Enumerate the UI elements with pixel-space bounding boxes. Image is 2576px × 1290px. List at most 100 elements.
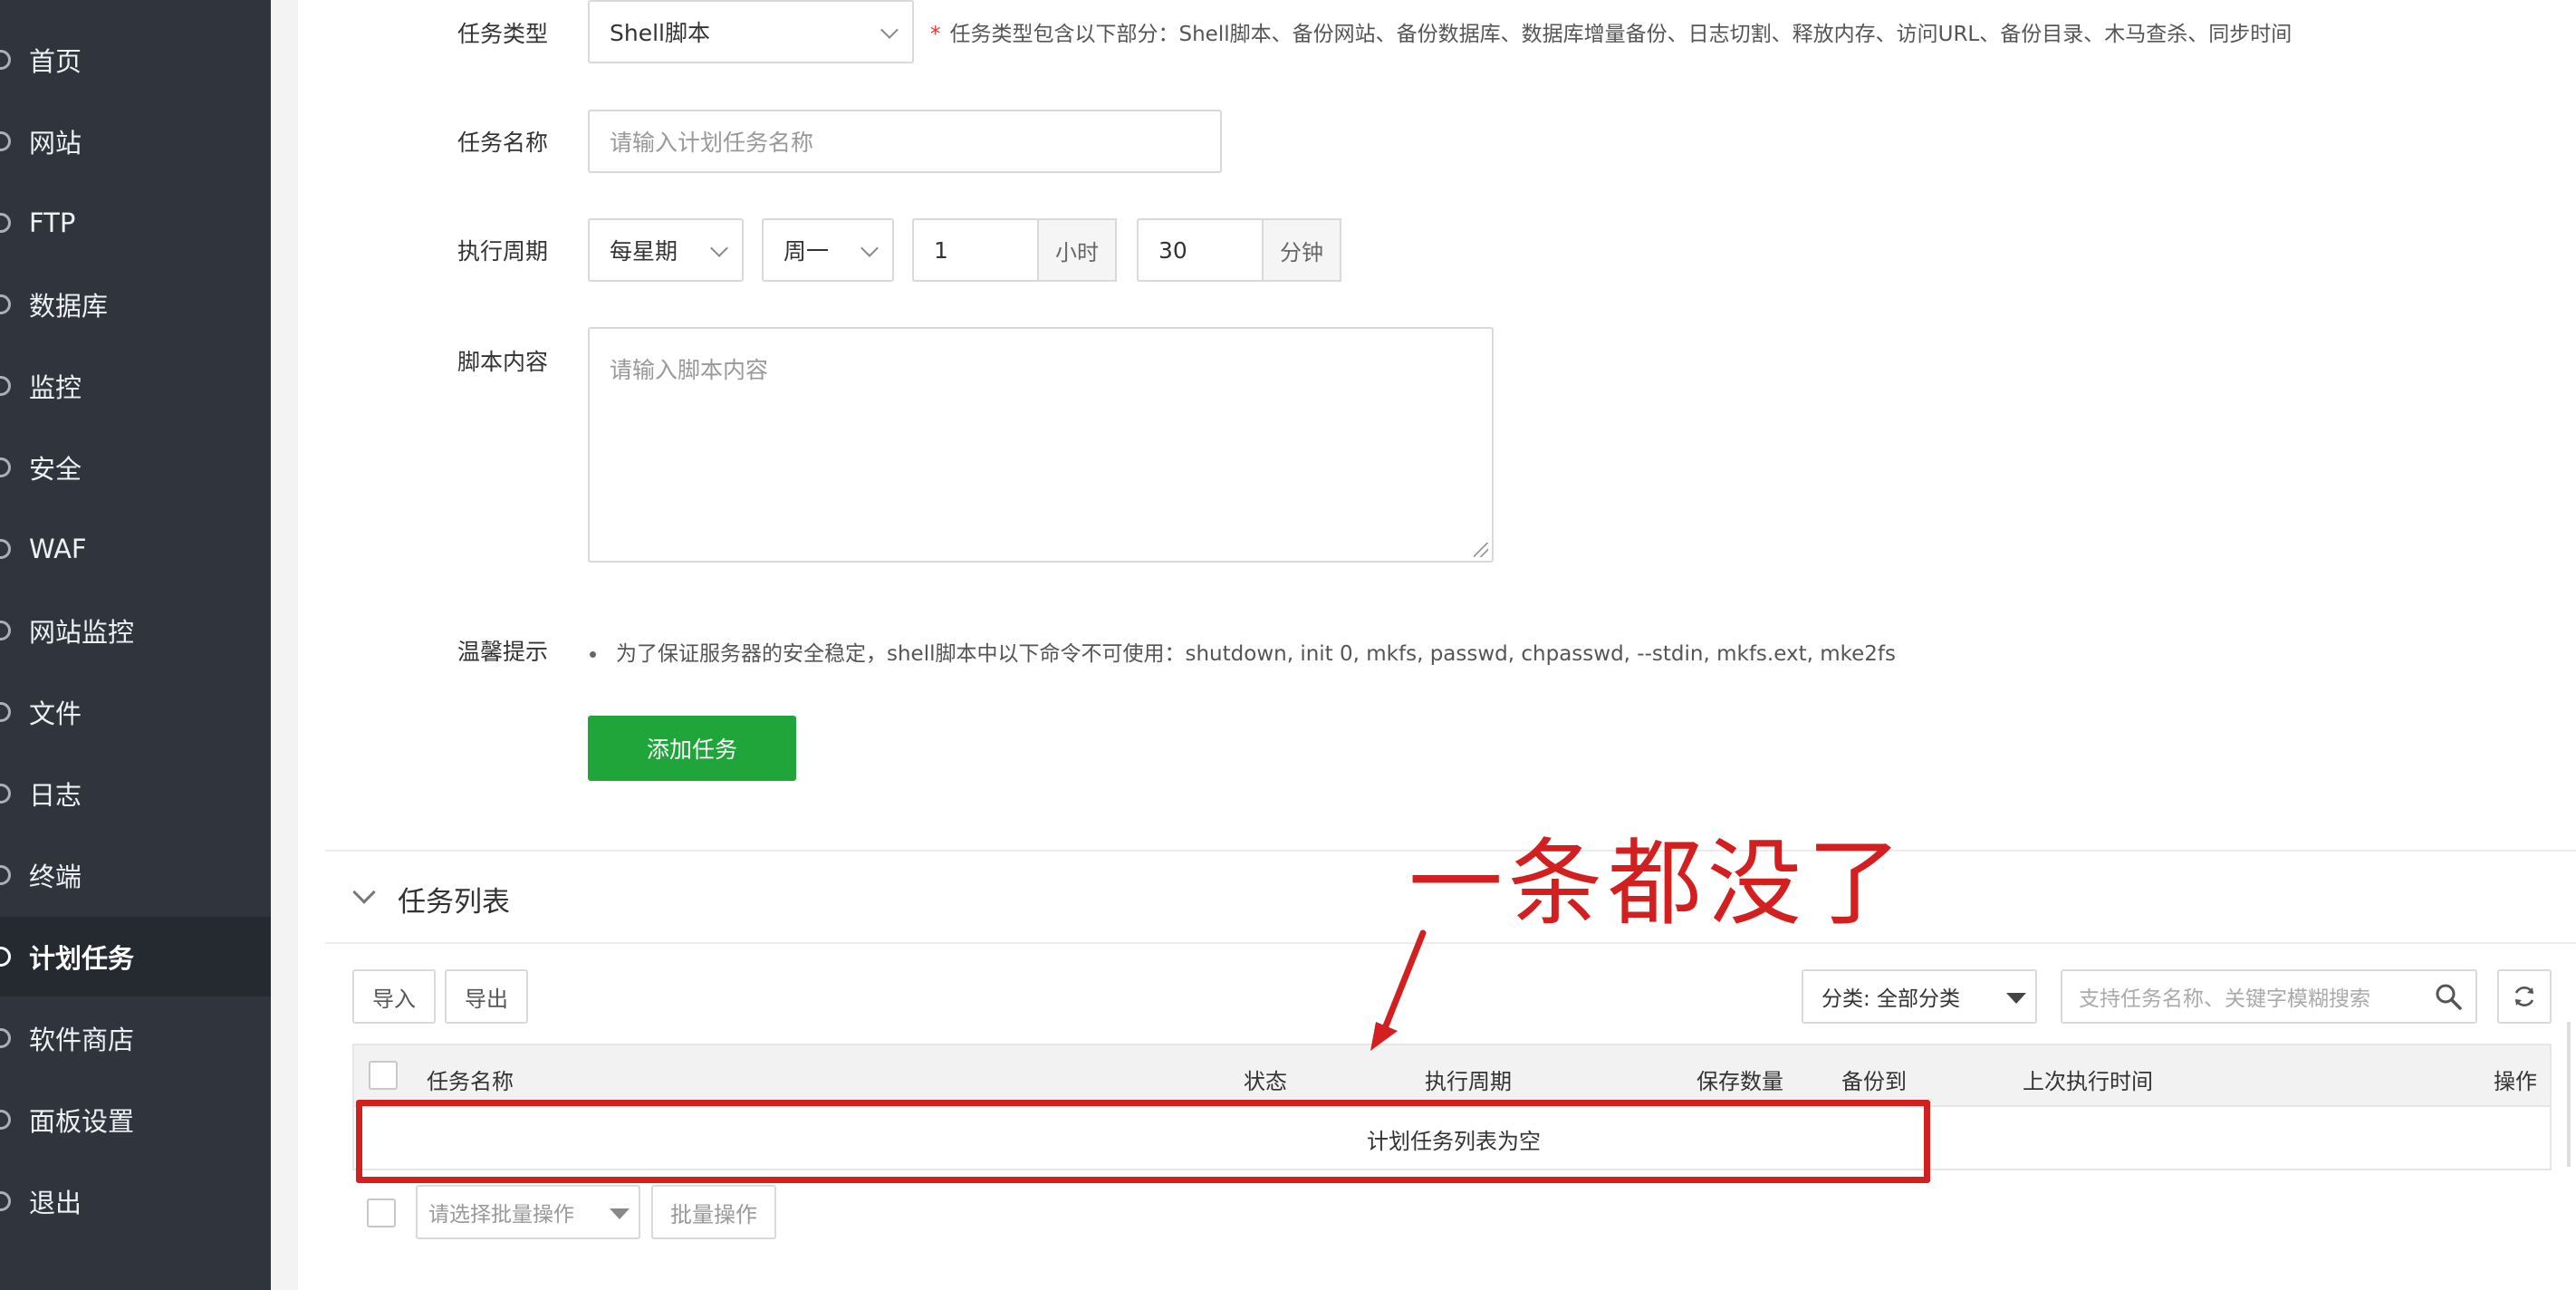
task-search-input[interactable]: 支持任务名称、关键字模糊搜索 [2061,969,2477,1024]
batch-operation-button[interactable]: 批量操作 [651,1185,776,1239]
sidebar-item-icon [0,947,11,967]
sidebar-item[interactable]: 网站监控 [0,591,271,670]
sidebar-item[interactable]: 退出 [0,1161,271,1241]
task-type-value: Shell脚本 [610,20,710,46]
cycle-minute-input[interactable]: 30 [1137,218,1264,282]
sidebar-item-icon [0,865,11,885]
hour-unit-addon: 小时 [1037,218,1117,282]
script-placeholder: 请输入脚本内容 [610,357,769,383]
sidebar-item[interactable]: 数据库 [0,265,271,344]
sidebar-item[interactable]: 首页 [0,20,271,100]
sidebar-item-icon [0,131,11,151]
sidebar-item[interactable]: 软件商店 [0,998,271,1078]
refresh-icon [2514,987,2534,1006]
sidebar-item-label: WAF [29,534,87,564]
annotation-text: 一条都没了 [1408,828,1908,939]
import-button[interactable]: 导入 [352,969,436,1024]
task-type-hint-text: 任务类型包含以下部分：Shell脚本、备份网站、备份数据库、数据库增量备份、日志… [949,23,2292,46]
sidebar-item[interactable]: WAF [0,509,271,589]
batch-operation-placeholder: 请选择批量操作 [428,1203,574,1227]
task-name-input[interactable]: 请输入计划任务名称 [588,110,1222,173]
sidebar-item-label: 退出 [29,1188,82,1218]
task-type-select[interactable]: Shell脚本 [588,0,914,63]
column-header-status[interactable]: 状态 [1244,1064,1287,1095]
sidebar-item-label: 首页 [29,46,82,77]
sidebar-item-label: 软件商店 [29,1025,135,1055]
sidebar-item-icon [0,784,11,804]
column-header-backup-to[interactable]: 备份到 [1841,1064,1907,1095]
refresh-button[interactable] [2497,969,2552,1024]
annotation-arrow-icon [1370,929,1427,1051]
batch-operation-select[interactable]: 请选择批量操作 [416,1185,640,1239]
sidebar-item[interactable]: 安全 [0,428,271,507]
sidebar-item-icon [0,213,11,233]
task-type-label: 任务类型 [457,21,549,47]
column-header-actions: 操作 [2494,1069,2537,1094]
minute-unit-addon: 分钟 [1262,218,1341,282]
batch-select-checkbox[interactable] [367,1199,396,1227]
cycle-weekday-value: 周一 [783,238,830,265]
main-content: 任务类型 Shell脚本 * 任务类型包含以下部分：Shell脚本、备份网站、备份… [298,0,2576,1290]
task-type-hint: * 任务类型包含以下部分：Shell脚本、备份网站、备份数据库、数据库增量备份、日… [930,16,2292,47]
sidebar-item[interactable]: 终端 [0,835,271,915]
tip-content: 为了保证服务器的安全稳定，shell脚本中以下命令不可使用：shutdown, … [590,636,1896,667]
cycle-weekday-select[interactable]: 周一 [762,218,894,282]
sidebar-item-label: 计划任务 [29,943,135,974]
sidebar-item-label: 数据库 [29,291,109,322]
hour-unit-label: 小时 [1055,239,1099,265]
column-header-save-count[interactable]: 保存数量 [1697,1064,1783,1095]
bullet-icon [590,651,596,658]
sidebar-item-label: 网站 [29,128,82,159]
sidebar-item-label: 监控 [29,372,82,403]
minute-unit-label: 分钟 [1280,239,1323,265]
column-header-last-run[interactable]: 上次执行时间 [2023,1064,2153,1095]
sidebar-item-label: 面板设置 [29,1106,135,1137]
resize-grip-icon[interactable] [1474,543,1488,557]
annotation-highlight-box [356,1100,1930,1183]
task-list-title: 任务列表 [398,886,510,919]
script-textarea[interactable]: 请输入脚本内容 [588,327,1494,563]
chevron-down-icon [880,21,899,39]
sidebar-item-label: 网站监控 [29,617,135,648]
sidebar-item-icon [0,50,11,70]
column-header-name[interactable]: 任务名称 [427,1064,514,1095]
cycle-minute-value: 30 [1158,236,1187,264]
collapse-chevron-icon[interactable] [352,881,376,904]
category-select-value: 分类: 全部分类 [1821,987,1961,1011]
caret-down-icon [610,1208,630,1219]
sidebar-item-label: 日志 [29,780,82,811]
sidebar-item-icon [0,1028,11,1048]
sidebar-item-icon [0,539,11,559]
sidebar-item[interactable]: 网站 [0,101,271,181]
task-name-label: 任务名称 [457,130,549,156]
search-icon[interactable] [2434,982,2463,1011]
sidebar-item[interactable]: 监控 [0,346,271,426]
sidebar-item-label: 安全 [29,454,82,485]
sidebar-item[interactable]: 日志 [0,754,271,833]
tip-text: 为了保证服务器的安全稳定，shell脚本中以下命令不可使用：shutdown, … [616,642,1896,666]
column-header-cycle[interactable]: 执行周期 [1425,1064,1512,1095]
sidebar-item[interactable]: 文件 [0,672,271,752]
sidebar-item-label: 终端 [29,862,82,892]
sidebar-item[interactable]: FTP [0,183,271,263]
category-select[interactable]: 分类: 全部分类 [1802,969,2037,1024]
script-label: 脚本内容 [457,349,549,375]
scrollbar-track[interactable] [2567,1022,2571,1167]
sidebar-item[interactable]: 面板设置 [0,1080,271,1160]
sidebar-item-icon [0,621,11,640]
export-button[interactable]: 导出 [445,969,528,1024]
cycle-label: 执行周期 [457,238,549,265]
add-task-button[interactable]: 添加任务 [588,716,796,781]
cycle-period-value: 每星期 [610,238,678,265]
chevron-down-icon [710,239,728,257]
caret-down-icon [2006,993,2026,1004]
sidebar-item[interactable]: 计划任务 [0,917,271,996]
tip-label: 温馨提示 [457,639,549,665]
select-all-checkbox[interactable] [369,1061,398,1090]
sidebar-item-label: 文件 [29,698,82,729]
sidebar-item-icon [0,376,11,396]
sidebar-item-icon [0,294,11,314]
sidebar-item-icon [0,702,11,722]
cycle-hour-input[interactable]: 1 [912,218,1039,282]
cycle-period-select[interactable]: 每星期 [588,218,744,282]
